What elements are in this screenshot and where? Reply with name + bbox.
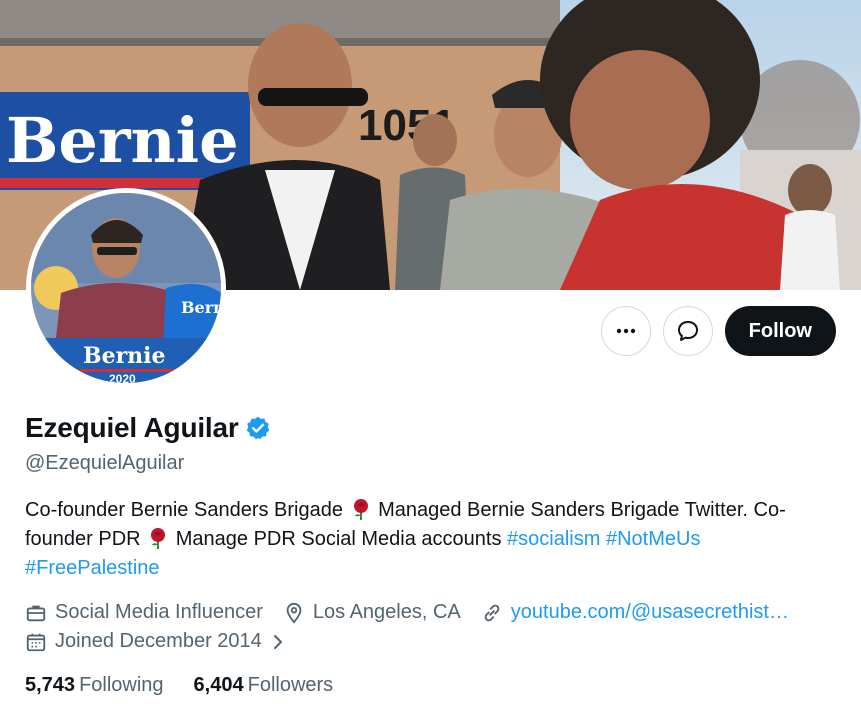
following-count: 5,743 (25, 674, 76, 696)
message-button[interactable] (662, 306, 713, 356)
banner-sign-text: Bernie (6, 104, 239, 177)
location-item: Los Angeles, CA (283, 598, 461, 627)
hashtag-link[interactable]: #FreePalestine (25, 557, 160, 579)
profile-bio: Co-founder Bernie Sanders Brigade Manage… (25, 496, 825, 583)
avatar-shirt-text: Bernie (181, 298, 221, 317)
more-button[interactable] (600, 306, 651, 356)
joined-item[interactable]: Joined December 2014 (25, 627, 286, 656)
calendar-icon (26, 633, 46, 651)
avatar-sign-year: 2020 (109, 372, 136, 383)
more-horizontal-icon (616, 328, 635, 334)
profile-handle: @EzequielAguilar (25, 452, 185, 474)
hashtag-link[interactable]: #socialism (507, 528, 600, 550)
occupation-text: Social Media Influencer (55, 601, 263, 623)
following-label: Following (79, 674, 164, 696)
chevron-right-icon (273, 634, 282, 649)
rose-icon (353, 499, 368, 520)
following-link[interactable]: 5,743 Following (25, 674, 164, 697)
website-link[interactable]: youtube.com/@usasecrethist… (511, 598, 789, 627)
followers-link[interactable]: 6,404 Followers (194, 674, 334, 697)
profile-meta: Social Media Influencer Los Angeles, CA … (25, 598, 835, 656)
location-text: Los Angeles, CA (312, 601, 461, 623)
link-icon (484, 604, 500, 621)
follow-stats: 5,743 Following 6,404 Followers (25, 674, 333, 697)
briefcase-icon (26, 605, 46, 621)
location-pin-icon (286, 602, 302, 624)
rose-icon (151, 528, 166, 549)
joined-text: Joined December 2014 (55, 630, 262, 652)
display-name: Ezequiel Aguilar (25, 412, 239, 443)
hashtag-link[interactable]: #NotMeUs (606, 528, 700, 550)
website-item[interactable]: youtube.com/@usasecrethist… (481, 598, 789, 627)
occupation-item: Social Media Influencer (25, 598, 263, 627)
bio-text: Co-founder Bernie Sanders Brigade (25, 499, 343, 521)
bio-text: Manage PDR Social Media accounts (175, 528, 502, 550)
message-bubble-icon (677, 321, 698, 341)
avatar[interactable]: Bernie Bernie 2020 (26, 188, 226, 388)
name-row: Ezequiel Aguilar (25, 412, 271, 444)
verified-badge-icon[interactable] (245, 415, 271, 441)
follow-button[interactable]: Follow (724, 306, 836, 356)
followers-count: 6,404 (193, 674, 244, 696)
profile-actions: Follow (600, 306, 836, 356)
followers-label: Followers (247, 674, 334, 696)
avatar-sign-text: Bernie (83, 343, 166, 369)
